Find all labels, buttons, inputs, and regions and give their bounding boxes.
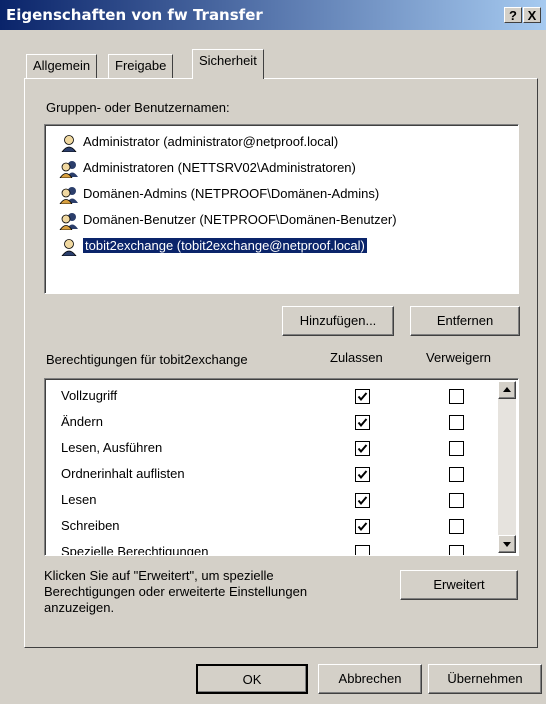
group-icon <box>59 186 78 204</box>
remove-button[interactable]: Entfernen <box>410 306 520 336</box>
permissions-listbox[interactable]: Vollzugriff Ändern Lesen, Ausführen Ordneri… <box>44 378 519 556</box>
list-item-label: Administrator (administrator@netproof.lo… <box>83 134 339 149</box>
triangle-down-icon <box>503 542 511 547</box>
group-icon <box>59 160 78 178</box>
list-item-label: Domänen-Benutzer (NETPROOF\Domänen-Benut… <box>83 212 397 227</box>
allow-checkbox[interactable] <box>355 415 370 430</box>
triangle-up-icon <box>503 387 511 392</box>
scrollbar[interactable] <box>498 381 516 553</box>
scroll-down-arrow[interactable] <box>498 535 516 553</box>
allow-checkbox[interactable] <box>355 467 370 482</box>
properties-dialog: Eigenschaften von fw Transfer ? X Allgem… <box>0 0 546 704</box>
groups-label: Gruppen- oder Benutzernamen: <box>46 100 230 115</box>
group-icon <box>59 212 78 230</box>
add-button[interactable]: Hinzufügen... <box>282 306 394 336</box>
scroll-up-arrow[interactable] <box>498 381 516 399</box>
list-item[interactable]: Administrator (administrator@netproof.lo… <box>59 131 338 153</box>
allow-column-header: Zulassen <box>330 350 383 365</box>
checkmark-icon <box>357 444 368 454</box>
cancel-button[interactable]: Abbrechen <box>318 664 422 694</box>
list-item[interactable]: Domänen-Benutzer (NETPROOF\Domänen-Benut… <box>59 209 397 231</box>
window-title: Eigenschaften von fw Transfer <box>6 6 263 24</box>
allow-checkbox[interactable] <box>355 519 370 534</box>
allow-checkbox[interactable] <box>355 441 370 456</box>
deny-checkbox[interactable] <box>449 441 464 456</box>
close-button[interactable]: X <box>523 7 541 23</box>
advanced-hint-text: Klicken Sie auf "Erweitert", um speziell… <box>44 568 308 615</box>
checkmark-icon <box>357 496 368 506</box>
permissions-label: Berechtigungen für tobit2exchange <box>46 352 248 367</box>
permission-row-label: Lesen <box>61 492 97 507</box>
list-item[interactable]: Administratoren (NETTSRV02\Administrator… <box>59 157 356 179</box>
checkmark-icon <box>357 392 368 402</box>
permission-row-label: Lesen, Ausführen <box>61 440 163 455</box>
tab-label: Freigabe <box>115 58 167 73</box>
permission-row-label: Schreiben <box>61 518 120 533</box>
checkmark-icon <box>357 470 368 480</box>
tab-label: Sicherheit <box>199 53 257 68</box>
deny-column-header: Verweigern <box>426 350 492 365</box>
groups-listbox[interactable]: Administrator (administrator@netproof.lo… <box>44 124 519 294</box>
title-bar[interactable]: Eigenschaften von fw Transfer ? X <box>0 0 546 30</box>
ok-button[interactable]: OK <box>196 664 308 694</box>
tab-allgemein[interactable]: Allgemein <box>26 54 98 78</box>
deny-checkbox[interactable] <box>449 389 464 404</box>
checkmark-icon <box>357 522 368 532</box>
deny-checkbox[interactable] <box>449 467 464 482</box>
list-item-label: Domänen-Admins (NETPROOF\Domänen-Admins) <box>83 186 380 201</box>
deny-checkbox[interactable] <box>449 415 464 430</box>
deny-checkbox[interactable] <box>449 519 464 534</box>
advanced-button[interactable]: Erweitert <box>400 570 518 600</box>
tab-label: Allgemein <box>33 58 91 73</box>
help-button[interactable]: ? <box>504 7 522 23</box>
permission-row-label: Ordnerinhalt auflisten <box>61 466 185 481</box>
list-item-label: Administratoren (NETTSRV02\Administrator… <box>83 160 356 175</box>
apply-button[interactable]: Übernehmen <box>428 664 542 694</box>
permission-row-label: Ändern <box>61 414 103 429</box>
deny-checkbox[interactable] <box>449 545 464 555</box>
allow-checkbox[interactable] <box>355 545 370 555</box>
deny-checkbox[interactable] <box>449 493 464 508</box>
user-icon <box>61 134 77 152</box>
list-item[interactable]: tobit2exchange (tobit2exchange@netproof.… <box>59 235 367 257</box>
allow-checkbox[interactable] <box>355 493 370 508</box>
permission-row-label: Vollzugriff <box>61 388 118 403</box>
allow-checkbox[interactable] <box>355 389 370 404</box>
list-item[interactable]: Domänen-Admins (NETPROOF\Domänen-Admins) <box>59 183 379 205</box>
checkmark-icon <box>357 418 368 428</box>
list-item-label: tobit2exchange (tobit2exchange@netproof.… <box>83 238 367 253</box>
tab-sicherheit[interactable]: Sicherheit <box>192 49 264 79</box>
permission-row-label: Spezielle Berechtigungen <box>61 544 209 556</box>
tab-freigabe[interactable]: Freigabe <box>108 54 174 78</box>
user-icon <box>61 238 77 256</box>
